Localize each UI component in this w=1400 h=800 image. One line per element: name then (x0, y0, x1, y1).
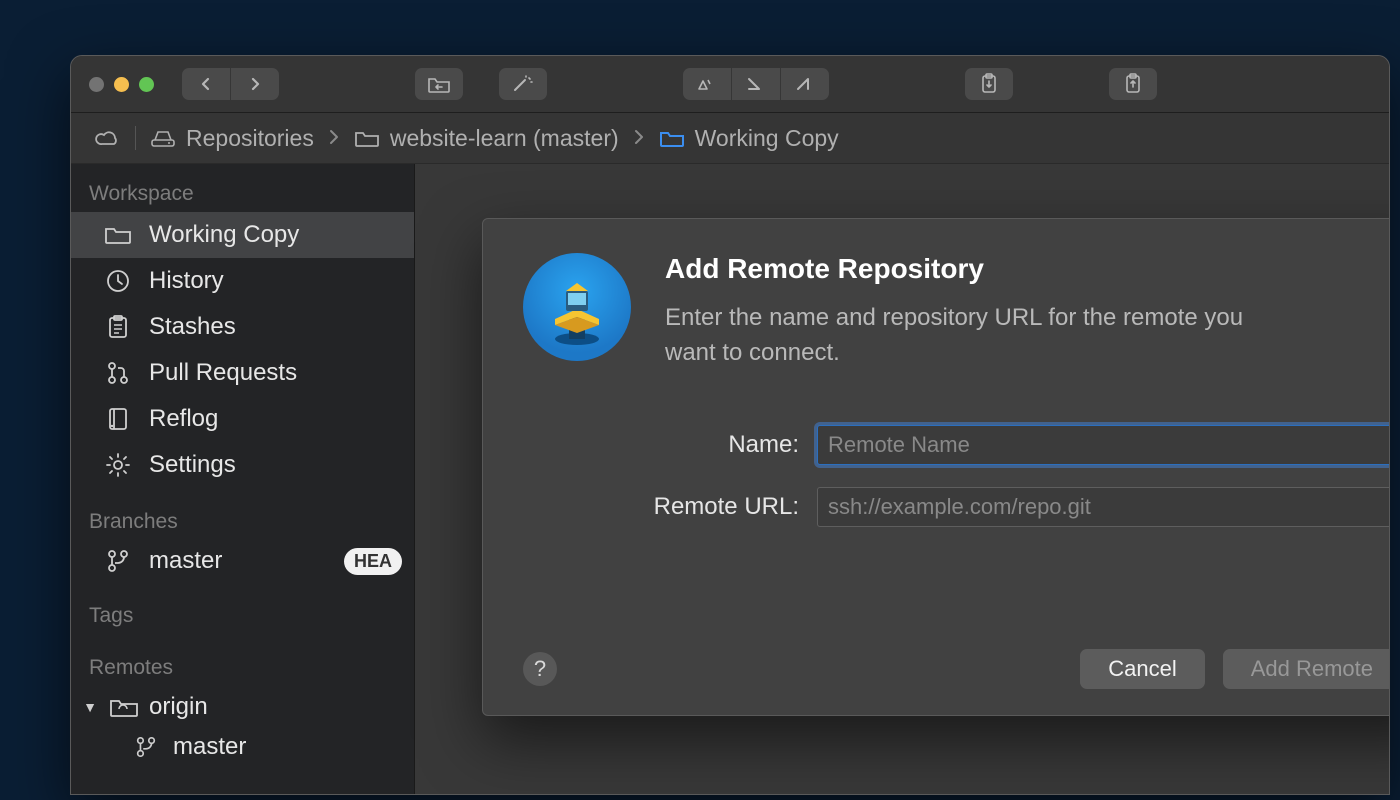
sidebar-section-remotes: Remotes (71, 648, 414, 686)
add-remote-button[interactable]: Add Remote (1223, 649, 1390, 689)
push-icon (794, 74, 816, 94)
book-icon (103, 404, 133, 434)
breadcrumb-repositories-label: Repositories (186, 125, 314, 152)
breadcrumb-divider (135, 126, 136, 150)
sidebar-item-working-copy[interactable]: Working Copy (71, 212, 414, 258)
sidebar-item-label: Reflog (149, 405, 218, 433)
sidebar-remote-label: origin (149, 693, 208, 721)
cloud-icon[interactable] (93, 127, 121, 149)
remote-folder-icon (109, 692, 139, 722)
drive-icon (150, 128, 176, 148)
clipboard-up-icon (1123, 73, 1143, 95)
cancel-button[interactable]: Cancel (1080, 649, 1204, 689)
sidebar-item-label: Settings (149, 451, 236, 479)
clipboard-down-icon (979, 73, 999, 95)
sidebar-section-branches: Branches (71, 502, 414, 540)
branch-icon (103, 546, 133, 576)
url-field-label: Remote URL: (523, 493, 817, 521)
sidebar-item-stashes[interactable]: Stashes (71, 304, 414, 350)
sidebar-item-reflog[interactable]: Reflog (71, 396, 414, 442)
sidebar-item-label: Stashes (149, 313, 236, 341)
add-remote-dialog: Add Remote Repository Enter the name and… (482, 218, 1390, 716)
toolbar-apply-stash-button[interactable] (1109, 68, 1157, 100)
breadcrumb-repo[interactable]: website-learn (master) (354, 125, 619, 152)
sidebar-item-label: History (149, 267, 224, 295)
breadcrumb-working-copy-label: Working Copy (695, 125, 839, 152)
toolbar-push-button[interactable] (780, 68, 829, 100)
breadcrumb-repo-label: website-learn (master) (390, 125, 619, 152)
dialog-title: Add Remote Repository (665, 253, 1285, 285)
sidebar-item-label: Pull Requests (149, 359, 297, 387)
chevron-right-icon (328, 125, 340, 152)
sidebar-item-pull-requests[interactable]: Pull Requests (71, 350, 414, 396)
chevron-right-icon (633, 125, 645, 152)
name-field-label: Name: (523, 431, 817, 459)
sidebar-section-tags: Tags (71, 596, 414, 634)
remote-url-input[interactable] (817, 487, 1390, 527)
titlebar (71, 56, 1389, 113)
folder-return-icon (427, 74, 451, 94)
breadcrumb-working-copy[interactable]: Working Copy (659, 125, 839, 152)
breadcrumb: Repositories website-learn (master) Work… (71, 113, 1389, 164)
toolbar-pull-button[interactable] (731, 68, 780, 100)
cancel-button-label: Cancel (1108, 656, 1176, 682)
pull-request-icon (103, 358, 133, 388)
clipboard-icon (103, 312, 133, 342)
folder-open-icon (659, 128, 685, 148)
branch-icon (131, 732, 161, 762)
dialog-description: Enter the name and repository URL for th… (665, 301, 1285, 371)
window-minimize-button[interactable] (114, 77, 129, 92)
sidebar-item-label: Working Copy (149, 221, 299, 249)
magic-wand-icon (511, 74, 535, 94)
help-button[interactable]: ? (523, 652, 557, 686)
sidebar-item-history[interactable]: History (71, 258, 414, 304)
nav-forward-button[interactable] (230, 68, 279, 100)
pull-icon (745, 74, 767, 94)
toolbar-stash-button[interactable] (965, 68, 1013, 100)
disclosure-triangle-icon[interactable]: ▼ (81, 699, 99, 715)
folder-icon (354, 128, 380, 148)
sidebar-remote-branch-master[interactable]: master (71, 728, 414, 766)
sidebar-remote-origin[interactable]: ▼ origin (71, 686, 414, 728)
head-badge: HEA (344, 548, 402, 575)
folder-icon (103, 220, 133, 250)
remote-name-input[interactable] (817, 425, 1390, 465)
sidebar-section-workspace: Workspace (71, 174, 414, 212)
clock-icon (103, 266, 133, 296)
app-logo-icon (523, 253, 631, 361)
sidebar: Workspace Working Copy History Stashes (71, 164, 415, 795)
window-close-button[interactable] (89, 77, 104, 92)
toolbar-quick-actions-button[interactable] (499, 68, 547, 100)
sidebar-item-settings[interactable]: Settings (71, 442, 414, 488)
nav-back-button[interactable] (182, 68, 230, 100)
help-icon: ? (534, 656, 546, 682)
window-zoom-button[interactable] (139, 77, 154, 92)
sidebar-branch-label: master (149, 547, 222, 575)
gear-icon (103, 450, 133, 480)
sidebar-branch-master[interactable]: master HEA (71, 540, 414, 582)
sidebar-remote-branch-label: master (173, 733, 246, 761)
add-remote-button-label: Add Remote (1251, 656, 1373, 682)
toolbar-quick-open-button[interactable] (415, 68, 463, 100)
fetch-icon (696, 74, 718, 94)
toolbar-fetch-button[interactable] (683, 68, 731, 100)
breadcrumb-repositories[interactable]: Repositories (150, 125, 314, 152)
app-window: Repositories website-learn (master) Work… (70, 55, 1390, 795)
